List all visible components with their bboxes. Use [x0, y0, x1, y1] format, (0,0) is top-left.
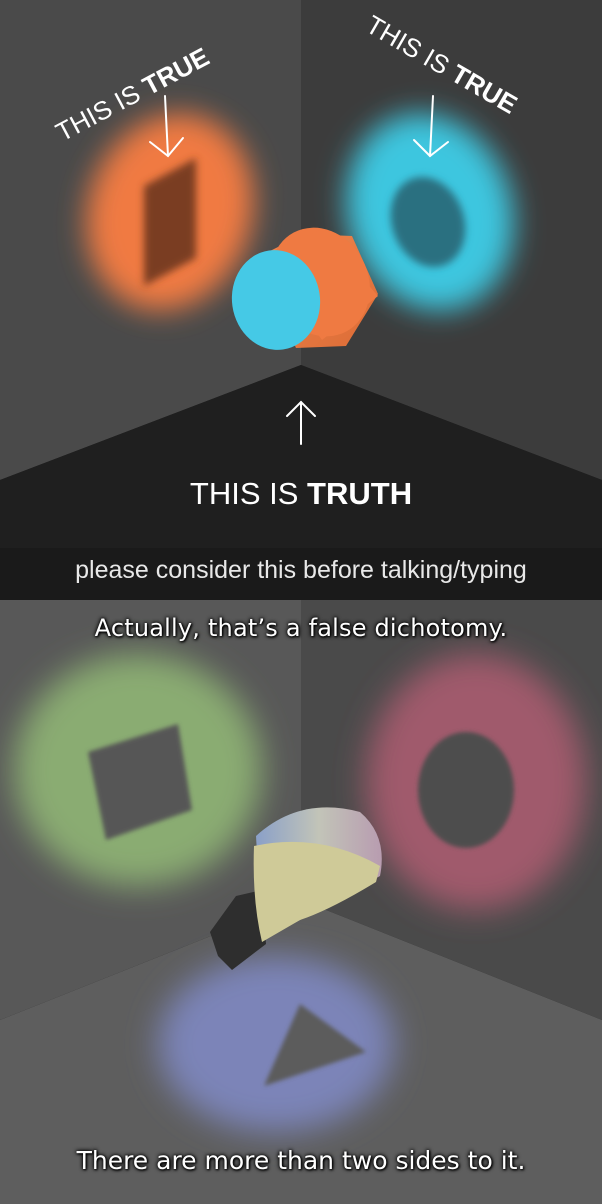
bottom-scene	[0, 600, 602, 1204]
plea-text: please consider this before talking/typi…	[75, 556, 527, 584]
blue-glow	[158, 956, 394, 1132]
truth-label-emphasis: TRUTH	[307, 476, 413, 511]
bottom-caption: There are more than two sides to it.	[76, 1146, 526, 1175]
truth-label-prefix: THIS IS	[189, 476, 308, 511]
top-caption: Actually, that’s a false dichotomy.	[94, 614, 508, 642]
bottom-panel: Actually, that’s a false dichotomy. Ther…	[0, 600, 602, 1204]
red-circle-shadow	[418, 732, 514, 848]
truth-label: THIS IS TRUTH	[0, 476, 602, 512]
top-panel: THIS IS TRUE THIS IS TRUE THIS IS TRUTH …	[0, 0, 602, 600]
